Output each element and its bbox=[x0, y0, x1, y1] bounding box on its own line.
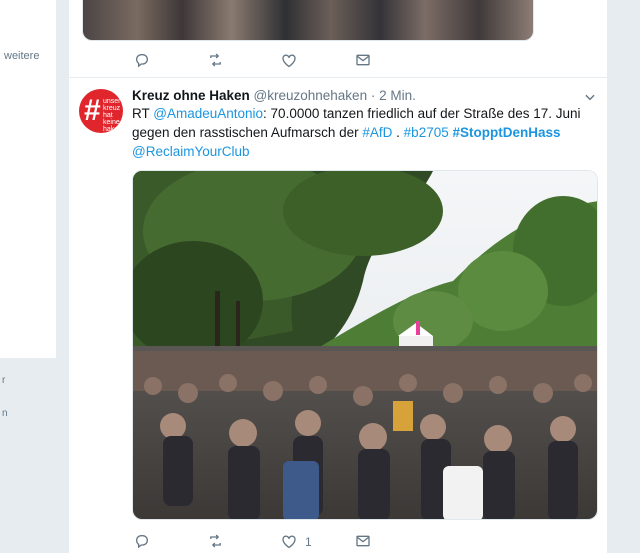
author-handle[interactable]: @kreuzohnehaken bbox=[254, 88, 368, 103]
left-sidebar-more-text[interactable]: weitere bbox=[4, 50, 39, 62]
avatar[interactable]: # unser kreuz hat keine haken bbox=[79, 89, 123, 133]
tweet-body-text: . bbox=[392, 125, 404, 140]
rt-prefix: RT bbox=[132, 106, 154, 121]
mention-link[interactable]: @ReclaimYourClub bbox=[132, 144, 250, 159]
left-fragment-text: n bbox=[2, 408, 8, 419]
hashtag-link[interactable]: #b2705 bbox=[404, 125, 449, 140]
author-name[interactable]: Kreuz ohne Haken bbox=[132, 88, 250, 103]
left-sidebar-panel: weitere bbox=[0, 0, 56, 358]
reply-icon[interactable] bbox=[133, 51, 151, 69]
crowd-photo bbox=[133, 171, 597, 519]
tweet-divider bbox=[68, 77, 608, 78]
previous-tweet-media[interactable] bbox=[82, 0, 534, 41]
mention-link[interactable]: @AmadeuAntonio bbox=[153, 106, 263, 121]
tweet-photo[interactable] bbox=[132, 170, 598, 520]
heart-icon[interactable] bbox=[280, 51, 298, 69]
avatar-hash-symbol: # bbox=[84, 94, 101, 127]
envelope-icon[interactable] bbox=[354, 51, 372, 69]
tweet-text: RT @AmadeuAntonio: 70.0000 tanzen friedl… bbox=[132, 104, 597, 161]
retweet-icon[interactable] bbox=[206, 51, 224, 69]
hashtag-link[interactable]: #AfD bbox=[362, 125, 392, 140]
heart-icon[interactable] bbox=[280, 532, 298, 550]
left-fragment-text: r bbox=[2, 375, 6, 386]
avatar-text: unser kreuz hat keine haken bbox=[103, 98, 123, 133]
reply-icon[interactable] bbox=[133, 532, 151, 550]
envelope-icon[interactable] bbox=[354, 532, 372, 550]
tweet-header: Kreuz ohne Haken @kreuzohnehaken · 2 Min… bbox=[132, 88, 416, 103]
chevron-down-icon[interactable] bbox=[583, 90, 597, 104]
hashtag-link[interactable]: #StopptDenHass bbox=[453, 125, 561, 140]
like-count: 1 bbox=[305, 535, 312, 549]
header-separator: · bbox=[370, 88, 376, 103]
retweet-icon[interactable] bbox=[206, 532, 224, 550]
tweet-timestamp[interactable]: 2 Min. bbox=[379, 88, 416, 103]
